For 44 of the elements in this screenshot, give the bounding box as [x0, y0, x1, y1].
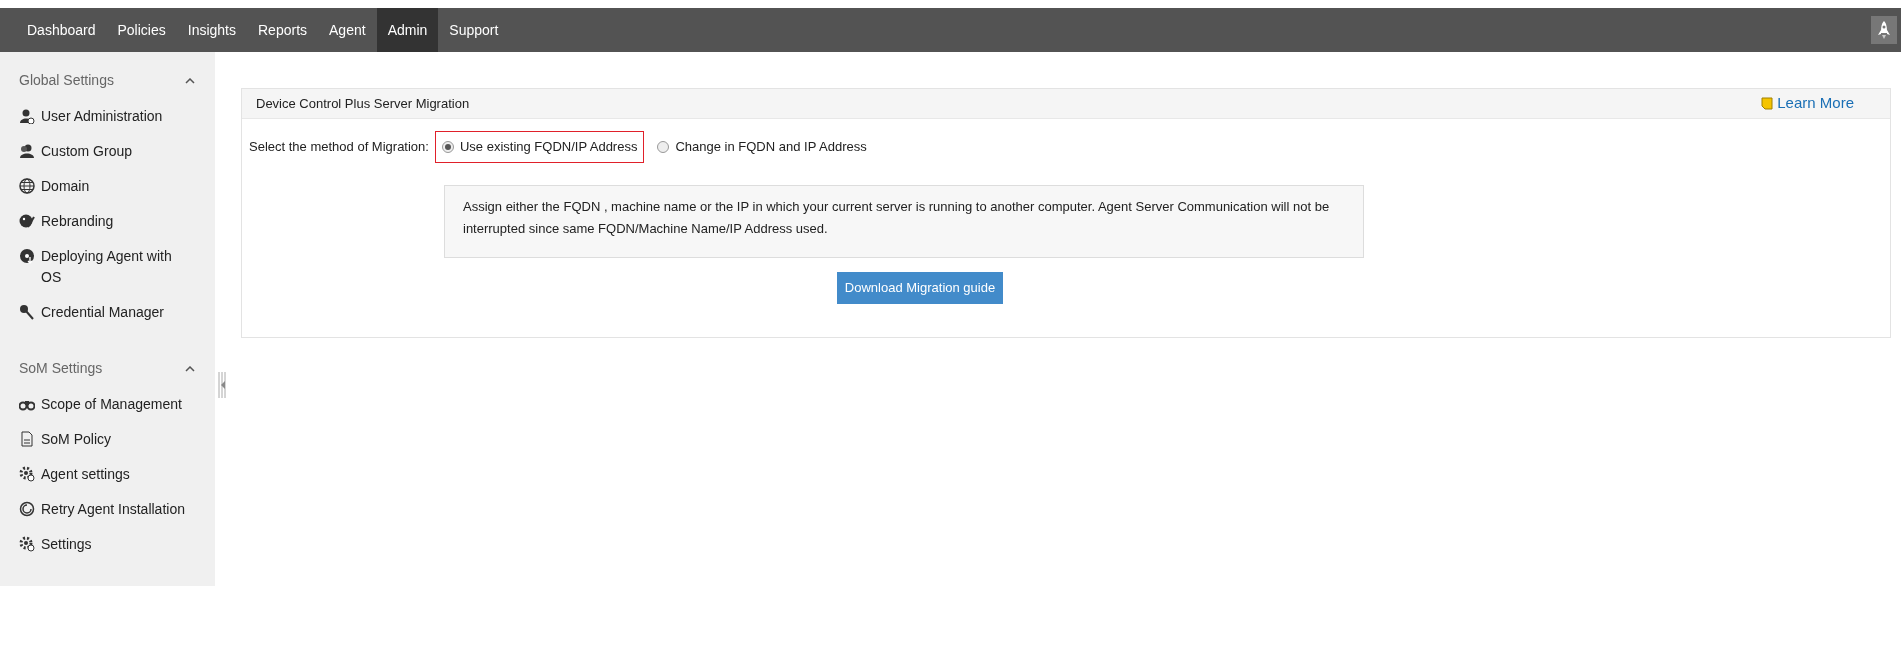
refresh-icon [19, 501, 35, 517]
nav-tab[interactable]: Support [438, 8, 510, 52]
method-label: Select the method of Migration: [249, 138, 429, 156]
rocket-icon[interactable] [1871, 16, 1897, 44]
sidebar-link[interactable]: Rebranding [41, 211, 114, 232]
learn-more-link[interactable]: Learn More [1761, 92, 1854, 115]
users-icon [19, 143, 35, 159]
user-add-icon [19, 108, 35, 124]
sidebar-link[interactable]: Deploying Agent with OS [41, 246, 189, 288]
globe-icon [19, 178, 35, 194]
sidebar-link[interactable]: Settings [41, 534, 92, 555]
section-heading: Global Settings [19, 71, 114, 90]
chevron-icon[interactable] [185, 365, 195, 372]
sidebar-link[interactable]: SoM Policy [41, 429, 112, 450]
palette-icon [19, 213, 35, 229]
nav-tab[interactable]: Dashboard [16, 8, 107, 52]
gear-icon [19, 466, 35, 482]
nav-tab[interactable]: Policies [106, 8, 177, 52]
sidebar-link[interactable]: Agent settings [41, 464, 130, 485]
sidebar-link[interactable]: User Administration [41, 106, 163, 127]
disc-download-icon [19, 248, 35, 264]
nav-tab[interactable]: Admin [376, 8, 439, 52]
key-icon [19, 304, 35, 320]
sidebar-link[interactable]: Scope of Management [41, 394, 182, 415]
radio-button[interactable] [657, 140, 670, 153]
chevron-icon[interactable] [185, 77, 195, 84]
radio-button[interactable] [441, 140, 454, 153]
info-message: Assign either the FQDN , machine name or the IP in which your current server is running to another computer. Agent Server Communication will not be interrupted since same FQDN/Machine Name/IP Address used. [444, 184, 1364, 258]
nav-tab[interactable]: Reports [247, 8, 319, 52]
sidebar-link[interactable]: Retry Agent Installation [41, 499, 185, 520]
radio-option[interactable]: Change in FQDN and IP Address [650, 131, 874, 163]
gear-icon [19, 536, 35, 552]
panel-title: Device Control Plus Server Migration [256, 94, 470, 113]
nav-tab[interactable]: Agent [318, 8, 377, 52]
document-icon [19, 431, 35, 447]
nav-tab[interactable]: Insights [176, 8, 247, 52]
note-icon [1761, 97, 1774, 110]
sidebar-link[interactable]: Credential Manager [41, 302, 164, 323]
section-heading: SoM Settings [19, 359, 103, 378]
download-guide-button[interactable]: Download Migration guide [836, 272, 1004, 304]
radio-option[interactable]: Use existing FQDN/IP Address [434, 131, 645, 163]
collapse-handle-icon[interactable] [217, 372, 227, 398]
sidebar-link[interactable]: Domain [41, 176, 90, 197]
sidebar-link[interactable]: Custom Group [41, 141, 133, 162]
